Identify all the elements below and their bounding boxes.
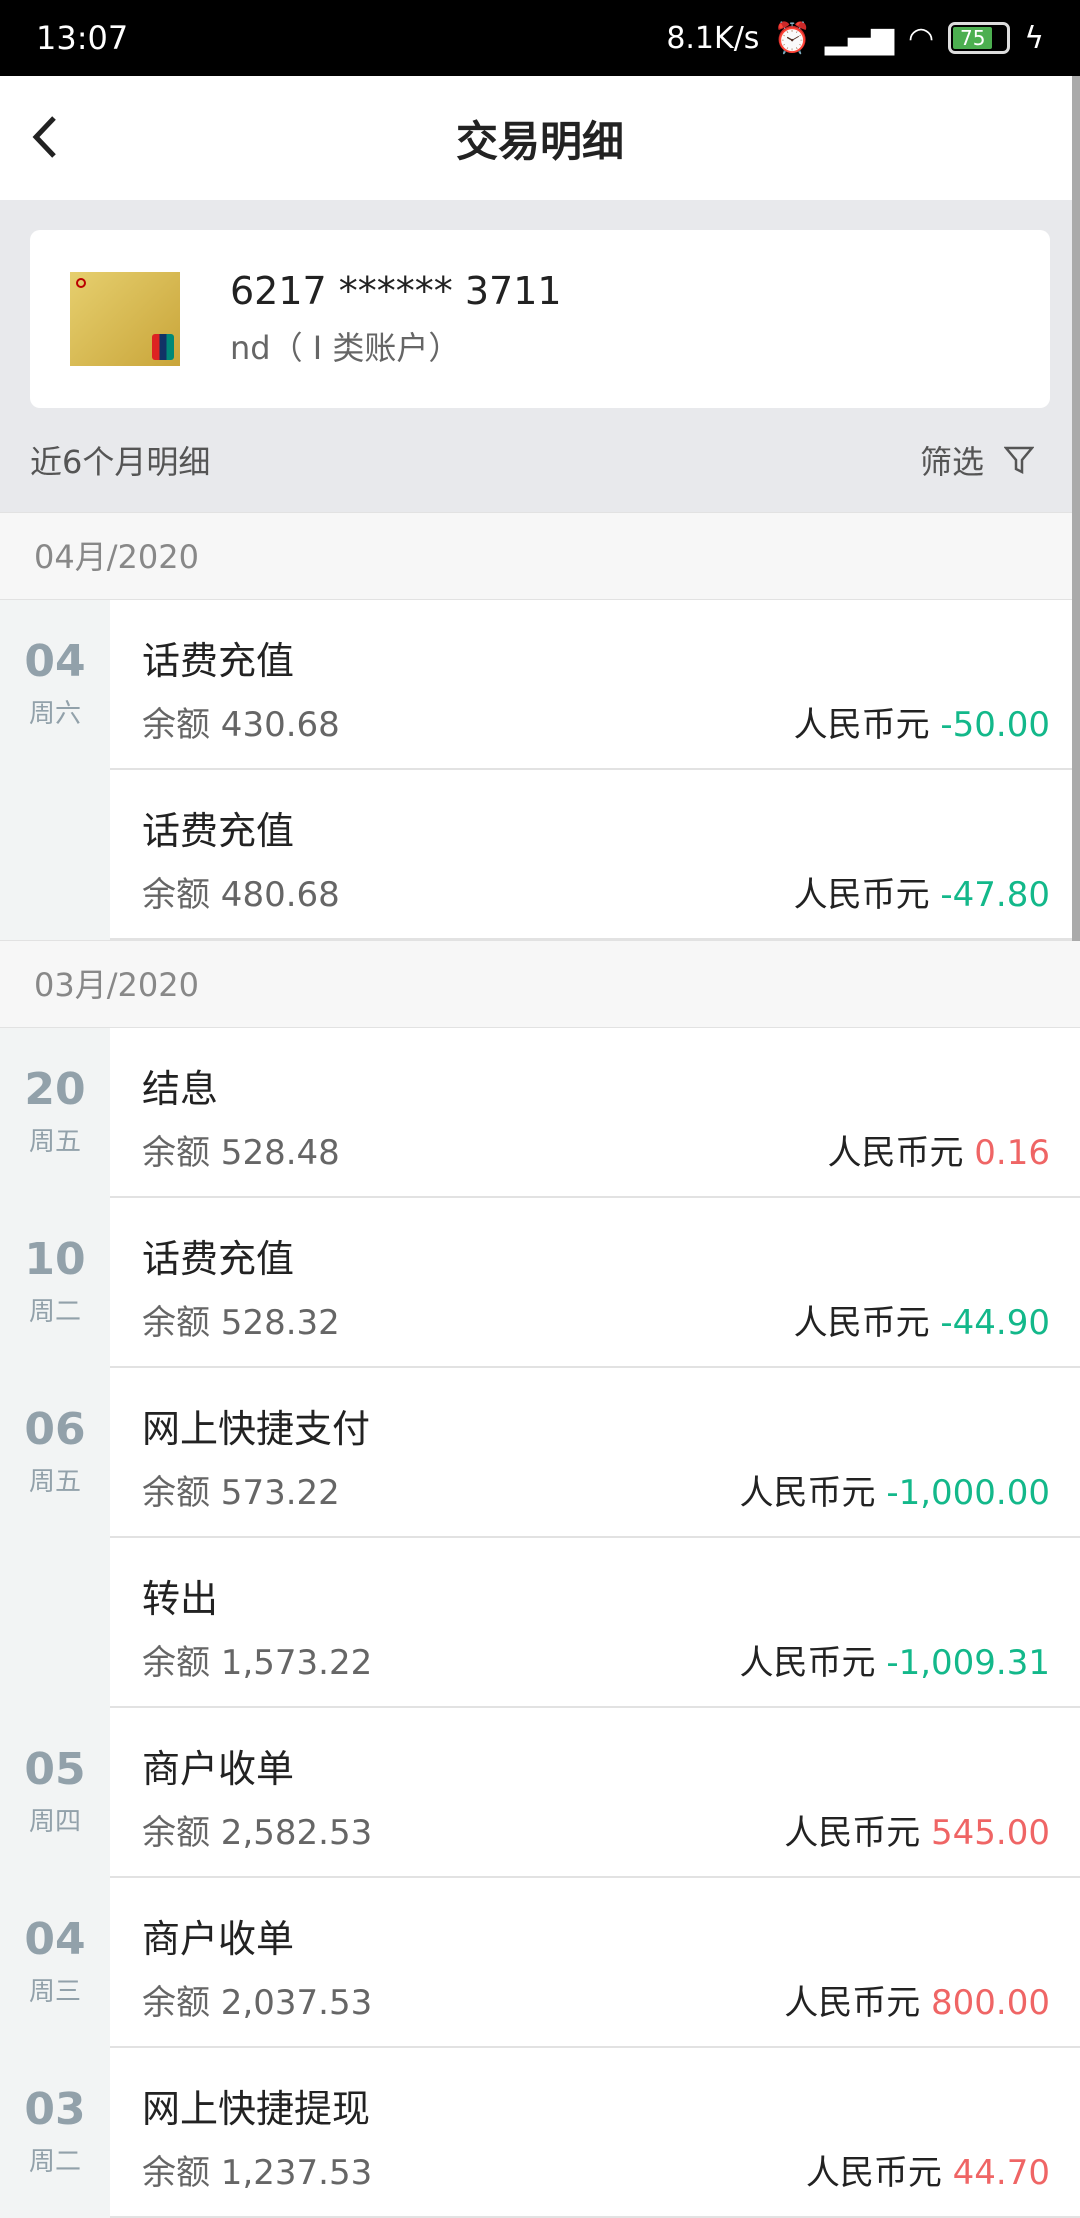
balance: 余额 528.32 (142, 1303, 340, 1343)
filter-label: 筛选 (919, 443, 984, 481)
date-column (0, 770, 110, 940)
funnel-icon (1004, 446, 1034, 475)
date-column: 04 周三 (0, 1878, 110, 2048)
date-column (0, 1538, 110, 1708)
weekday: 周五 (28, 1467, 81, 1497)
battery-icon: 75 (948, 22, 1011, 54)
transaction-name: 商户收单 (142, 1747, 295, 1791)
currency: 人民币元 (793, 1303, 930, 1343)
day: 20 (24, 1064, 86, 1115)
transaction-name: 话费充值 (142, 809, 295, 853)
currency: 人民币元 (739, 1473, 876, 1513)
account-section: 6217 ****** 3711 nd（ I 类账户） 近6个月明细 筛选 (0, 200, 1080, 512)
alarm-icon: ⏰ (773, 20, 811, 56)
amount: -1,009.31 (886, 1643, 1050, 1683)
transaction-row[interactable]: 05 周四 商户收单 余额 2,582.53 人民币元 545.00 (0, 1708, 1080, 1878)
account-card[interactable]: 6217 ****** 3711 nd（ I 类账户） (30, 230, 1050, 408)
bank-card-image (70, 272, 180, 366)
balance: 余额 430.68 (142, 705, 340, 745)
month-header: 04月/2020 (0, 512, 1080, 600)
transaction-list: 04月/2020 04 周六 话费充值 余额 430.68 人民币元 -50.0… (0, 512, 1080, 2218)
net-speed: 8.1K/s (666, 20, 760, 56)
day: 05 (24, 1744, 86, 1795)
date-column: 03 周二 (0, 2048, 110, 2218)
currency: 人民币元 (793, 875, 930, 915)
status-bar: 13:07 8.1K/s ⏰ ▂▄▆ ◠ 75 ϟ (0, 0, 1080, 76)
transaction-row[interactable]: 20 周五 结息 余额 528.48 人民币元 0.16 (0, 1028, 1080, 1198)
unionpay-logo (152, 334, 174, 360)
balance: 余额 2,582.53 (142, 1813, 373, 1853)
balance: 余额 573.22 (142, 1473, 340, 1513)
weekday: 周五 (28, 1127, 81, 1157)
date-column: 05 周四 (0, 1708, 110, 1878)
transaction-name: 商户收单 (142, 1917, 295, 1961)
transaction-row[interactable]: 话费充值 余额 480.68 人民币元 -47.80 (0, 770, 1080, 940)
transaction-name: 网上快捷提现 (142, 2087, 371, 2131)
transaction-row[interactable]: 06 周五 网上快捷支付 余额 573.22 人民币元 -1,000.00 (0, 1368, 1080, 1538)
back-button[interactable] (30, 112, 60, 170)
weekday: 周二 (28, 1297, 81, 1327)
transaction-name: 话费充值 (142, 1237, 295, 1281)
amount: -47.80 (940, 875, 1050, 915)
charging-icon: ϟ (1024, 20, 1044, 56)
currency: 人民币元 (827, 1133, 964, 1173)
amount: -44.90 (940, 1303, 1050, 1343)
balance: 余额 1,237.53 (142, 2153, 373, 2193)
transaction-row[interactable]: 03 周二 网上快捷提现 余额 1,237.53 人民币元 44.70 (0, 2048, 1080, 2218)
transaction-row[interactable]: 10 周二 话费充值 余额 528.32 人民币元 -44.90 (0, 1198, 1080, 1368)
month-header: 03月/2020 (0, 940, 1080, 1028)
day: 04 (24, 1914, 86, 1965)
transaction-name: 结息 (142, 1067, 219, 1111)
weekday: 周六 (28, 699, 81, 729)
currency: 人民币元 (793, 705, 930, 745)
card-number: 6217 ****** 3711 (230, 269, 562, 313)
day: 03 (24, 2084, 86, 2135)
wifi-icon: ◠ (908, 20, 935, 56)
balance: 余额 2,037.53 (142, 1983, 373, 2023)
transaction-name: 话费充值 (142, 639, 295, 683)
scrollbar[interactable] (1072, 76, 1080, 941)
battery-level: 75 (953, 27, 993, 49)
date-column: 06 周五 (0, 1368, 110, 1538)
transaction-name: 转出 (142, 1577, 219, 1621)
date-column: 20 周五 (0, 1028, 110, 1198)
day: 06 (24, 1404, 86, 1455)
signal-icon: ▂▄▆ (824, 20, 895, 56)
top-bar: 交易明细 (0, 76, 1080, 200)
day: 04 (24, 636, 86, 687)
amount: 44.70 (952, 2153, 1050, 2193)
balance: 余额 480.68 (142, 875, 340, 915)
transaction-row[interactable]: 04 周三 商户收单 余额 2,037.53 人民币元 800.00 (0, 1878, 1080, 2048)
currency: 人民币元 (739, 1643, 876, 1683)
account-type: nd（ I 类账户） (230, 329, 461, 367)
weekday: 周四 (28, 1807, 81, 1837)
filter-bar: 近6个月明细 筛选 (30, 408, 1050, 512)
clock: 13:07 (36, 19, 129, 57)
page-title: 交易明细 (455, 116, 624, 166)
currency: 人民币元 (805, 2153, 942, 2193)
balance: 余额 528.48 (142, 1133, 340, 1173)
day: 10 (24, 1234, 86, 1285)
amount: -1,000.00 (886, 1473, 1050, 1513)
transaction-name: 网上快捷支付 (142, 1407, 371, 1451)
amount: -50.00 (940, 705, 1050, 745)
filter-button[interactable]: 筛选 (920, 437, 1050, 483)
currency: 人民币元 (784, 1813, 921, 1853)
amount: 545.00 (931, 1813, 1050, 1853)
date-range-label: 近6个月明细 (30, 443, 211, 481)
balance: 余额 1,573.22 (142, 1643, 373, 1683)
chevron-left-icon (32, 116, 56, 158)
transaction-row[interactable]: 转出 余额 1,573.22 人民币元 -1,009.31 (0, 1538, 1080, 1708)
weekday: 周三 (28, 1977, 81, 2007)
currency: 人民币元 (784, 1983, 921, 2023)
transaction-row[interactable]: 04 周六 话费充值 余额 430.68 人民币元 -50.00 (0, 600, 1080, 770)
date-column: 10 周二 (0, 1198, 110, 1368)
amount: 800.00 (931, 1983, 1050, 2023)
amount: 0.16 (974, 1133, 1050, 1173)
date-column: 04 周六 (0, 600, 110, 770)
